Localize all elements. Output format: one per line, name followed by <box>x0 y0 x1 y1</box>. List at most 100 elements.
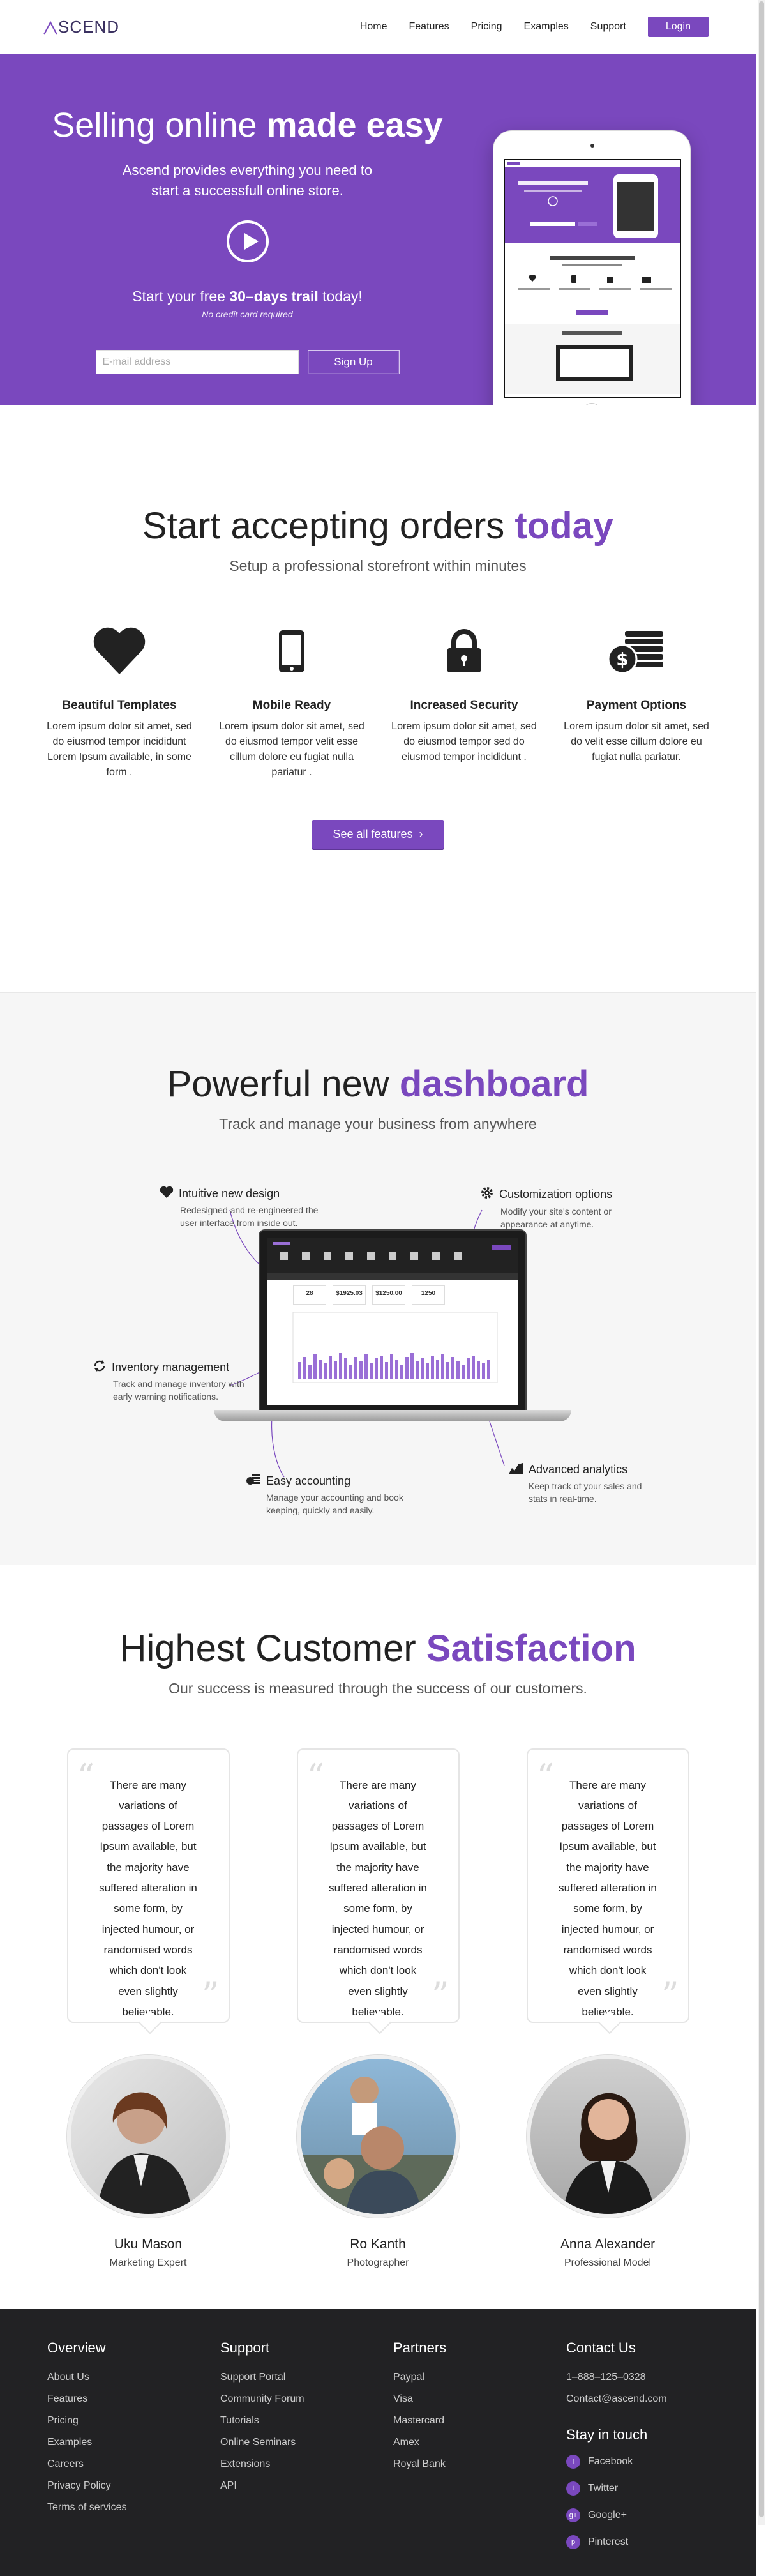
footer-link[interactable]: About Us <box>47 2367 220 2388</box>
footer-heading: Partners <box>393 2340 447 2356</box>
callout-title: Advanced analytics <box>508 1462 661 1478</box>
footer-link[interactable]: Mastercard <box>393 2410 566 2432</box>
feature-title: Beautiful Templates <box>62 698 177 712</box>
refresh-icon <box>93 1360 107 1375</box>
facebook-icon: f <box>566 2455 580 2469</box>
mobile-icon <box>218 626 365 677</box>
quote-card: “ There are many variations of passages … <box>296 1748 460 2023</box>
dashboard-subtitle: Track and manage your business from anyw… <box>219 1115 537 1132</box>
feature-text: Lorem ipsum dolor sit amet, sed do eiusm… <box>47 720 192 778</box>
footer-link[interactable]: Careers <box>47 2453 220 2475</box>
footer-link[interactable]: Tutorials <box>220 2410 393 2432</box>
twitter-icon: t <box>566 2481 580 2496</box>
nav-home[interactable]: Home <box>360 21 387 33</box>
login-button[interactable]: Login <box>647 17 709 37</box>
pinterest-icon: p <box>566 2535 580 2549</box>
dash-topbar <box>267 1238 518 1273</box>
chevron-right-icon: › <box>419 827 423 840</box>
callout-title: Easy accounting <box>246 1473 405 1489</box>
footer-link[interactable]: Privacy Policy <box>47 2475 220 2497</box>
footer: Overview About Us Features Pricing Examp… <box>0 2309 756 2576</box>
footer-partners: Partners Paypal Visa Mastercard Amex Roy… <box>393 2340 566 2576</box>
callout-text: Keep track of your sales and stats in re… <box>529 1481 642 1504</box>
laptop-base <box>214 1410 571 1421</box>
heart-icon <box>160 1186 174 1202</box>
footer-link[interactable]: Support Portal <box>220 2367 393 2388</box>
dashboard-section: Powerful new dashboard Track and manage … <box>0 992 756 1565</box>
footer-link[interactable]: Online Seminars <box>220 2432 393 2453</box>
dash-stat: $1925.03 <box>333 1285 366 1305</box>
social-pinterest[interactable]: p Pinterest <box>566 2529 739 2556</box>
feature-title: Payment Options <box>586 698 687 712</box>
footer-link[interactable]: Features <box>47 2388 220 2410</box>
laptop-mockup: 28 $1925.03 $1250.00 1250 <box>214 1229 571 1427</box>
footer-link[interactable]: Examples <box>47 2432 220 2453</box>
footer-link[interactable]: Extensions <box>220 2453 393 2475</box>
orders-title-light: Start accepting orders <box>142 505 515 547</box>
coins-icon: $ <box>563 626 710 677</box>
testimonials-title: Highest Customer Satisfaction <box>0 1626 756 1671</box>
signup-button[interactable]: Sign Up <box>307 349 400 374</box>
callout-title-text: Intuitive new design <box>179 1187 280 1200</box>
ipad-mockup <box>493 130 691 425</box>
person-card: Anna Alexander Professional Model <box>526 2054 689 2269</box>
testimonials-title-light: Highest Customer <box>119 1628 426 1669</box>
person-name: Anna Alexander <box>560 2236 656 2252</box>
footer-heading: Contact Us <box>566 2340 636 2356</box>
contact-email[interactable]: Contact@ascend.com <box>566 2388 739 2410</box>
footer-contact: Contact Us 1–888–125–0328 Contact@ascend… <box>566 2340 739 2576</box>
dash-stats: 28 $1925.03 $1250.00 1250 <box>267 1280 518 1310</box>
hero-subtitle-line1: Ascend provides everything you need to <box>122 162 373 178</box>
hero-subtitle-line2: start a successfull online store. <box>151 182 343 199</box>
footer-link[interactable]: Terms of services <box>47 2497 220 2519</box>
logo[interactable]: SCEND <box>43 17 119 37</box>
hero-title-light: Selling online <box>52 106 267 144</box>
people-list: Uku Mason Marketing Expert Ro Kanth Phot… <box>0 2054 756 2269</box>
nav-examples[interactable]: Examples <box>524 21 569 33</box>
hero-title-bold: made easy <box>266 106 443 144</box>
footer-link[interactable]: Visa <box>393 2388 566 2410</box>
footer-link[interactable]: Pricing <box>47 2410 220 2432</box>
nav-pricing[interactable]: Pricing <box>471 21 502 33</box>
testimonials-subtitle: Our success is measured through the succ… <box>169 1679 587 1697</box>
footer-link[interactable]: Paypal <box>393 2367 566 2388</box>
stay-in-touch-heading: Stay in touch <box>566 2427 648 2443</box>
page-scrollbar[interactable] <box>758 0 765 2525</box>
nav-features[interactable]: Features <box>409 21 449 33</box>
footer-link[interactable]: API <box>220 2475 393 2497</box>
feature-mobile: Mobile Ready Lorem ipsum dolor sit amet,… <box>218 626 365 780</box>
laptop-screen: 28 $1925.03 $1250.00 1250 <box>267 1238 518 1405</box>
callout-text: Redesigned and re-engineered the user in… <box>180 1205 319 1228</box>
dash-stat: 1250 <box>412 1285 445 1305</box>
callout-title: Intuitive new design <box>160 1186 326 1202</box>
feature-title: Mobile Ready <box>252 698 331 712</box>
footer-link[interactable]: Royal Bank <box>393 2453 566 2475</box>
feature-payment: $ Payment Options Lorem ipsum dolor sit … <box>563 626 710 780</box>
nav-support[interactable]: Support <box>590 21 626 33</box>
lock-icon <box>391 626 537 677</box>
heart-icon <box>46 626 193 677</box>
laptop-lid: 28 $1925.03 $1250.00 1250 <box>259 1229 527 1411</box>
dashboard-title-light: Powerful new <box>167 1063 400 1105</box>
feature-text: Lorem ipsum dolor sit amet, sed do eiusm… <box>391 720 537 762</box>
dash-subbar <box>267 1273 518 1280</box>
orders-title: Start accepting orders today <box>0 504 756 549</box>
dash-stat: $1250.00 <box>372 1285 405 1305</box>
logo-text: SCEND <box>58 17 120 36</box>
top-header: SCEND Home Features Pricing Examples Sup… <box>0 0 756 54</box>
footer-link[interactable]: Amex <box>393 2432 566 2453</box>
dashboard-showcase: Intuitive new design Redesigned and re-e… <box>0 1172 756 1529</box>
social-facebook[interactable]: f Facebook <box>566 2448 739 2475</box>
footer-link[interactable]: Community Forum <box>220 2388 393 2410</box>
dashboard-title-bold: dashboard <box>399 1063 589 1105</box>
social-label: Pinterest <box>588 2536 629 2547</box>
quote-card: “ There are many variations of passages … <box>526 1748 689 2023</box>
social-label: Facebook <box>588 2456 633 2467</box>
play-video-icon[interactable] <box>226 220 269 262</box>
email-input[interactable]: E-mail address <box>95 349 299 374</box>
see-all-features-button[interactable]: See all features › <box>312 819 444 849</box>
hero-section: Selling online made easy Ascend provides… <box>0 54 756 444</box>
scrollbar-thumb[interactable] <box>759 1 764 2517</box>
callout-title-text: Easy accounting <box>266 1474 351 1487</box>
social-twitter[interactable]: t Twitter <box>566 2475 739 2502</box>
